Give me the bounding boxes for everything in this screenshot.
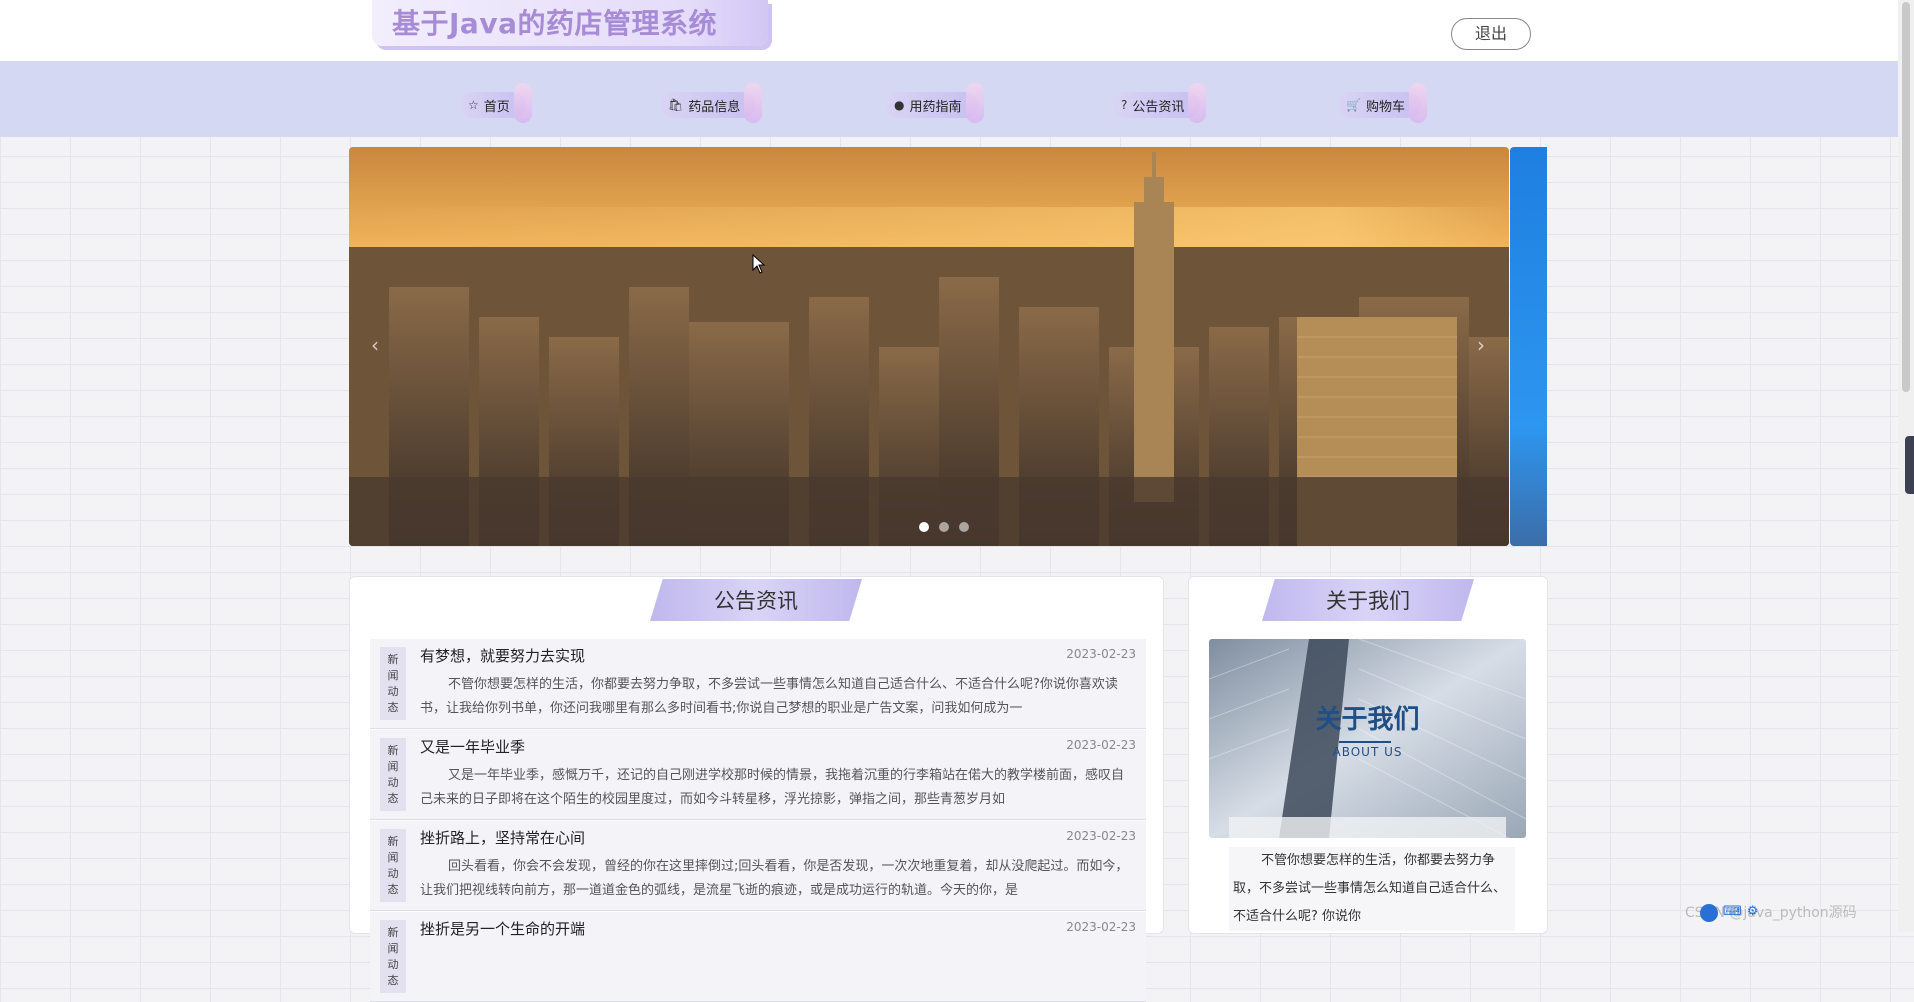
nav-item-medication-guide[interactable]: ● 用药指南 (886, 83, 984, 123)
next-slide-peek (1510, 147, 1547, 546)
nav-item-home[interactable]: ☆ 首页 (460, 83, 532, 123)
nav-decoration (965, 83, 984, 123)
about-panel: 关于我们 关于我们 ABOUT US 不管你想要怎样的生活，你都要去努力争取，不… (1188, 576, 1548, 934)
news-tag: 新闻动态 (380, 920, 406, 993)
nav-decoration (1188, 83, 1207, 123)
news-item[interactable]: 新闻动态 挫折是另一个生命的开端 2023-02-23 (370, 912, 1146, 1002)
news-summary: 不管你想要怎样的生活，你都要去努力争取，不多尝试一些事情怎么知道自己适合什么、不… (420, 677, 1118, 716)
nav-item-label: 药品信息 (688, 99, 741, 115)
logout-button[interactable]: 退出 (1451, 18, 1531, 50)
bag-icon: 🛍 (668, 98, 684, 112)
news-tag: 新闻动态 (380, 738, 406, 811)
info-icon: ● (894, 98, 905, 112)
news-item[interactable]: 新闻动态 又是一年毕业季 2023-02-23 又是一年毕业季，感慨万千，还记的… (370, 730, 1146, 820)
news-date: 2023-02-23 (1066, 738, 1136, 752)
nav-item-cart[interactable]: 🛒 购物车 (1338, 83, 1427, 123)
mouse-cursor-icon (752, 254, 766, 274)
carousel-indicators (919, 522, 969, 532)
top-header: 基于Java的药店管理系统 退出 (0, 0, 1914, 61)
news-summary: 又是一年毕业季，感慨万千，还记的自己刚进学校那时候的情景，我拖着沉重的行李箱站在… (420, 768, 1125, 807)
site-title-box: 基于Java的药店管理系统 (372, 0, 768, 46)
site-title: 基于Java的药店管理系统 (392, 7, 717, 40)
about-heading: 关于我们 (1262, 579, 1474, 621)
news-tag: 新闻动态 (380, 647, 406, 720)
news-title[interactable]: 有梦想，就要努力去实现 (420, 645, 585, 666)
star-icon: ☆ (468, 98, 479, 112)
news-tag: 新闻动态 (380, 829, 406, 902)
nav-item-label: 首页 (483, 99, 510, 115)
nav-decoration (1408, 83, 1427, 123)
news-summary (420, 946, 1130, 994)
news-title[interactable]: 又是一年毕业季 (420, 736, 525, 757)
ime-toolbar[interactable]: ⌨ ⚙ (1700, 904, 1758, 922)
about-image-subtitle: ABOUT US (1332, 745, 1403, 759)
nav-item-announcements[interactable]: ? 公告资讯 (1113, 83, 1207, 123)
news-title[interactable]: 挫折路上，坚持常在心间 (420, 827, 585, 848)
carousel-prev-icon[interactable]: ‹ (371, 333, 379, 357)
city-skyline-image (349, 147, 1509, 546)
carousel-dot[interactable] (919, 522, 929, 532)
news-item[interactable]: 新闻动态 挫折路上，坚持常在心间 2023-02-23 回头看看，你会不会发现，… (370, 821, 1146, 911)
carousel-dot[interactable] (959, 522, 969, 532)
banner-carousel[interactable]: ‹ › (349, 147, 1509, 546)
news-panel: 公告资讯 新闻动态 有梦想，就要努力去实现 2023-02-23 不管你想要怎样… (349, 576, 1164, 1002)
about-description: 不管你想要怎样的生活，你都要去努力争取，不多尝试一些事情怎么知道自己适合什么、不… (1229, 847, 1515, 931)
scrollbar-thumb[interactable] (1902, 2, 1910, 392)
nav-item-label: 公告资讯 (1132, 99, 1185, 115)
settings-icon: ⚙ (1746, 904, 1759, 919)
nav-item-label: 用药指南 (909, 99, 962, 115)
about-image: 关于我们 ABOUT US (1209, 639, 1526, 838)
nav-decoration (744, 83, 763, 123)
news-item[interactable]: 新闻动态 有梦想，就要努力去实现 2023-02-23 不管你想要怎样的生活，你… (370, 639, 1146, 729)
side-drawer-handle[interactable] (1905, 436, 1914, 494)
question-icon: ? (1121, 98, 1128, 112)
nav-decoration (513, 83, 532, 123)
news-title[interactable]: 挫折是另一个生命的开端 (420, 918, 585, 939)
carousel-next-icon[interactable]: › (1477, 333, 1485, 357)
cart-icon: 🛒 (1346, 98, 1361, 112)
ime-logo-icon (1700, 904, 1718, 922)
news-date: 2023-02-23 (1066, 829, 1136, 843)
news-heading: 公告资讯 (650, 579, 862, 621)
nav-item-medicine-info[interactable]: 🛍 药品信息 (660, 83, 763, 123)
news-date: 2023-02-23 (1066, 647, 1136, 661)
nav-item-label: 购物车 (1365, 99, 1405, 115)
news-summary: 回头看看，你会不会发现，曾经的你在这里摔倒过;回头看看，你是否发现，一次次地重复… (420, 859, 1129, 898)
keyboard-icon: ⌨ (1723, 904, 1742, 919)
carousel-dot[interactable] (939, 522, 949, 532)
about-image-title: 关于我们 (1315, 705, 1420, 735)
main-nav: ☆ 首页 🛍 药品信息 ● 用药指南 ? 公告资讯 🛒 购物车 (0, 61, 1914, 137)
